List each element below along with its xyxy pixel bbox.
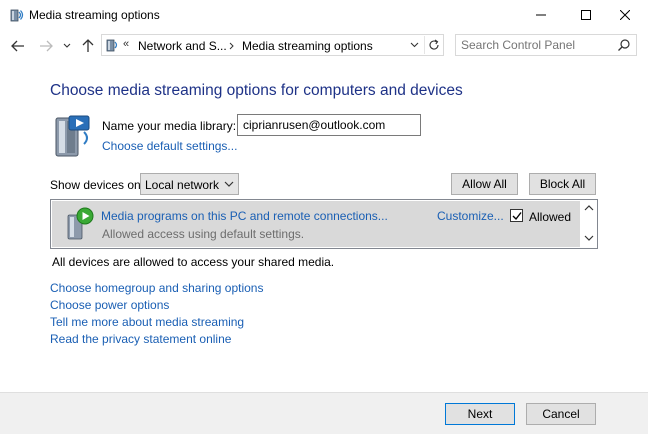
block-all-button[interactable]: Block All bbox=[529, 173, 596, 195]
maximize-icon bbox=[581, 10, 591, 20]
media-library-icon bbox=[55, 115, 90, 157]
refresh-icon bbox=[429, 39, 439, 50]
title-bar: Media streaming options bbox=[0, 0, 648, 30]
breadcrumb-overflow[interactable]: « bbox=[123, 38, 129, 50]
close-button[interactable] bbox=[602, 0, 648, 30]
customize-link[interactable]: Customize... bbox=[437, 209, 504, 223]
window-title: Media streaming options bbox=[29, 8, 160, 22]
breadcrumb-media-streaming[interactable]: Media streaming options bbox=[242, 39, 373, 53]
breadcrumb-network[interactable]: Network and S... bbox=[138, 39, 227, 53]
address-dropdown-button[interactable] bbox=[407, 38, 421, 52]
show-devices-selected-value: Local network bbox=[145, 178, 220, 192]
media-device-play-icon bbox=[67, 207, 94, 240]
forward-button[interactable] bbox=[36, 36, 56, 56]
allowed-checkbox-label[interactable]: Allowed bbox=[529, 210, 571, 224]
privacy-statement-link[interactable]: Read the privacy statement online bbox=[50, 332, 231, 346]
search-icon[interactable] bbox=[617, 38, 631, 52]
media-streaming-info-link[interactable]: Tell me more about media streaming bbox=[50, 315, 244, 329]
chevron-down-icon bbox=[63, 43, 71, 48]
chevron-down-icon[interactable] bbox=[584, 234, 594, 242]
device-row[interactable]: Media programs on this PC and remote con… bbox=[52, 201, 580, 247]
search-input[interactable] bbox=[461, 37, 611, 53]
page-heading: Choose media streaming options for compu… bbox=[50, 82, 463, 99]
chevron-down-icon bbox=[224, 181, 234, 187]
allowed-checkbox[interactable] bbox=[510, 209, 523, 222]
up-button[interactable] bbox=[78, 36, 98, 56]
arrow-up-icon bbox=[82, 39, 94, 52]
breadcrumb-separator-icon[interactable] bbox=[229, 42, 235, 50]
chevron-down-icon bbox=[410, 42, 418, 48]
media-library-name-input[interactable] bbox=[237, 114, 421, 136]
close-icon bbox=[620, 10, 630, 20]
navigation-bar: « Network and S... Media streaming optio… bbox=[0, 30, 648, 62]
cancel-button[interactable]: Cancel bbox=[526, 403, 596, 425]
arrow-right-icon bbox=[40, 40, 53, 52]
sharing-status-message: All devices are allowed to access your s… bbox=[52, 255, 335, 269]
device-title-link[interactable]: Media programs on this PC and remote con… bbox=[101, 209, 388, 223]
refresh-button[interactable] bbox=[424, 36, 442, 54]
chevron-up-icon[interactable] bbox=[584, 204, 594, 212]
recent-locations-button[interactable] bbox=[60, 36, 74, 56]
device-list: Media programs on this PC and remote con… bbox=[50, 199, 598, 249]
show-devices-select[interactable]: Local network bbox=[140, 173, 239, 195]
power-options-link[interactable]: Choose power options bbox=[50, 298, 169, 312]
dialog-footer: Next Cancel bbox=[0, 392, 648, 434]
checkmark-icon bbox=[512, 211, 522, 220]
device-status-text: Allowed access using default settings. bbox=[102, 227, 305, 241]
search-box[interactable] bbox=[455, 34, 637, 56]
choose-default-settings-link[interactable]: Choose default settings... bbox=[102, 139, 237, 153]
address-bar[interactable]: « Network and S... Media streaming optio… bbox=[101, 34, 444, 56]
allow-all-button[interactable]: Allow All bbox=[451, 173, 518, 195]
next-button[interactable]: Next bbox=[445, 403, 515, 425]
minimize-icon bbox=[536, 14, 546, 16]
control-panel-icon bbox=[106, 39, 118, 52]
arrow-left-icon bbox=[11, 40, 24, 52]
device-list-scrollbar[interactable] bbox=[581, 201, 597, 247]
homegroup-sharing-link[interactable]: Choose homegroup and sharing options bbox=[50, 281, 263, 295]
back-button[interactable] bbox=[8, 36, 28, 56]
media-library-label: Name your media library: bbox=[102, 119, 237, 133]
media-streaming-icon bbox=[10, 9, 24, 22]
show-devices-label: Show devices on: bbox=[50, 178, 145, 192]
minimize-button[interactable] bbox=[518, 0, 564, 30]
